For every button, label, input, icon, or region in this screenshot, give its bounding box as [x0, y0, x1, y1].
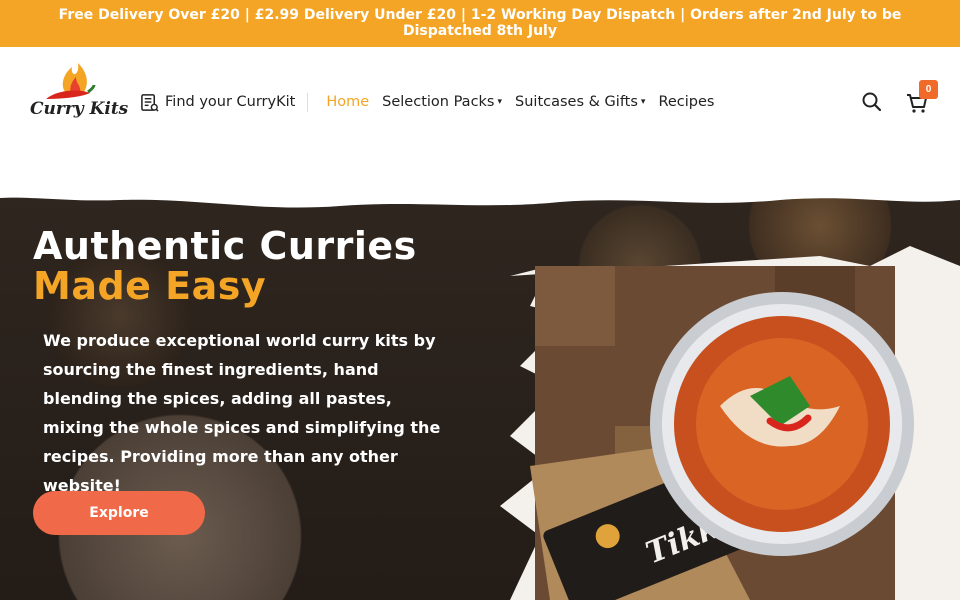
main-nav: Find your CurryKit Home Selection Packs … — [140, 91, 714, 113]
search-icon — [862, 92, 882, 112]
curry-dish-image: Tikka Masala — [500, 246, 960, 600]
hero-banner: Authentic Curries Made Easy We produce e… — [0, 186, 960, 600]
site-header: Curry Kits Find your CurryKit Home Selec… — [0, 47, 960, 157]
announcement-bar: Free Delivery Over £20 | £2.99 Delivery … — [0, 0, 960, 47]
hero-description: We produce exceptional world curry kits … — [43, 331, 441, 495]
search-button[interactable] — [861, 91, 883, 113]
nav-selection-packs-label: Selection Packs — [382, 94, 495, 110]
nav-links: Home Selection Packs ▾ Suitcases & Gifts… — [326, 94, 714, 110]
explore-button[interactable]: Explore — [33, 491, 205, 535]
logo-text: Curry Kits — [30, 99, 129, 119]
find-currykit-link[interactable]: Find your CurryKit — [140, 92, 309, 112]
logo[interactable]: Curry Kits — [28, 59, 128, 123]
find-currykit-label: Find your CurryKit — [165, 94, 296, 110]
cart-count-badge: 0 — [919, 80, 938, 99]
announcement-text: Free Delivery Over £20 | £2.99 Delivery … — [58, 7, 902, 39]
nav-suitcases-gifts-label: Suitcases & Gifts — [515, 94, 638, 110]
hero-title-line2: Made Easy — [33, 264, 267, 308]
nav-selection-packs[interactable]: Selection Packs ▾ — [382, 94, 502, 110]
quiz-list-icon — [141, 93, 159, 112]
nav-home[interactable]: Home — [326, 94, 369, 110]
chevron-down-icon: ▾ — [640, 97, 646, 107]
nav-suitcases-gifts[interactable]: Suitcases & Gifts ▾ — [515, 94, 645, 110]
hero-wave-divider — [0, 186, 960, 208]
nav-recipes[interactable]: Recipes — [658, 94, 714, 110]
hero-title-line1: Authentic Curries — [33, 224, 417, 268]
chevron-down-icon: ▾ — [497, 97, 503, 107]
